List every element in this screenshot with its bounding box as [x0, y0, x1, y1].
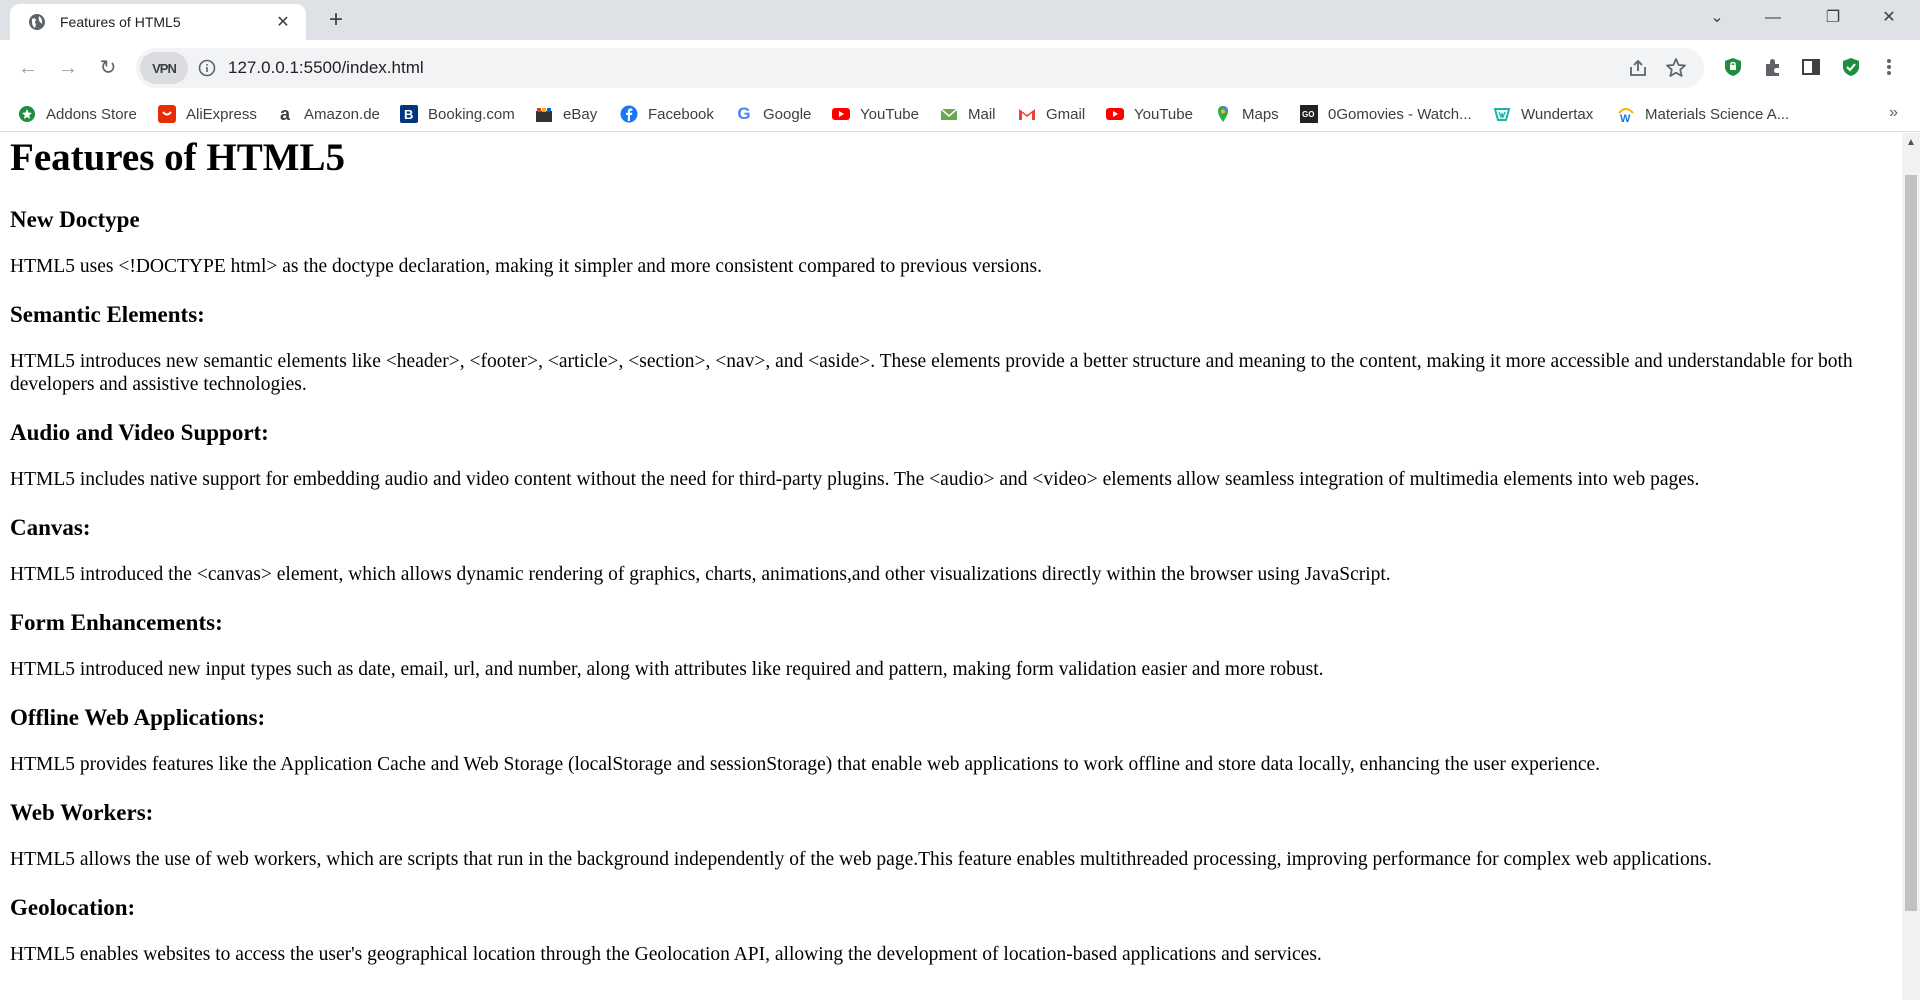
- bookmarks-bar: Addons Store AliExpress a Amazon.de B Bo…: [0, 96, 1920, 132]
- youtube-icon: [1106, 105, 1124, 123]
- bookmark-booking[interactable]: B Booking.com: [400, 102, 515, 126]
- shield-extension-icon[interactable]: [1720, 54, 1746, 80]
- bookmark-wundertax[interactable]: Wundertax: [1493, 102, 1593, 126]
- bookmark-label: AliExpress: [186, 105, 257, 123]
- maps-icon: [1214, 105, 1232, 123]
- bookmark-maps[interactable]: Maps: [1214, 102, 1279, 126]
- section-heading: Form Enhancements:: [10, 610, 223, 635]
- tab-strip: Features of HTML5 ✕ + ⌄ — ❐ ✕: [0, 0, 1920, 40]
- bookmark-facebook[interactable]: Facebook: [620, 102, 714, 126]
- back-button[interactable]: ←: [12, 52, 44, 84]
- bookmark-label: Mail: [968, 105, 996, 123]
- bookmark-label: Addons Store: [46, 105, 137, 123]
- svg-text:B: B: [404, 107, 413, 122]
- page-viewport: Features of HTML5 New Doctype HTML5 uses…: [0, 133, 1902, 1000]
- section-text: HTML5 provides features like the Applica…: [10, 754, 1601, 775]
- tab-close-icon[interactable]: ✕: [272, 12, 294, 32]
- bookmark-label: Materials Science A...: [1645, 105, 1790, 123]
- bookmark-label: Facebook: [648, 105, 714, 123]
- bookmark-addons-store[interactable]: Addons Store: [18, 102, 137, 126]
- kebab-menu-icon[interactable]: [1876, 54, 1902, 80]
- section-heading: Audio and Video Support:: [10, 420, 269, 445]
- page-title: Features of HTML5: [10, 136, 346, 179]
- bookmark-label: eBay: [563, 105, 598, 123]
- tab-active[interactable]: Features of HTML5 ✕: [10, 4, 306, 40]
- section-text: HTML5 introduces new semantic elements l…: [10, 351, 1853, 395]
- svg-text:W: W: [1620, 113, 1631, 123]
- tab-title: Features of HTML5: [60, 14, 181, 30]
- bookmark-google[interactable]: G Google: [735, 102, 811, 126]
- bookmark-materials-science[interactable]: W Materials Science A...: [1617, 102, 1789, 126]
- bookmark-label: 0Gomovies - Watch...: [1328, 105, 1472, 123]
- browser-toolbar: ← → ↻ VPN 127.0.0.1:5500/index.html: [0, 40, 1920, 96]
- puzzle-extensions-icon[interactable]: [1760, 54, 1786, 80]
- bookmark-label: Google: [763, 105, 812, 123]
- site-info-icon[interactable]: [198, 59, 216, 77]
- section-heading: Web Workers:: [10, 800, 154, 825]
- bookmarks-overflow-chevron-icon[interactable]: »: [1889, 104, 1898, 122]
- bookmark-youtube[interactable]: YouTube: [832, 102, 919, 126]
- section-text: HTML5 introduced new input types such as…: [10, 659, 1324, 680]
- share-icon[interactable]: [1626, 56, 1650, 80]
- amazon-icon: a: [279, 103, 290, 124]
- section-heading: New Doctype: [10, 207, 140, 232]
- addons-store-icon: [18, 105, 36, 123]
- mail-icon: [940, 105, 958, 123]
- section-text: HTML5 includes native support for embedd…: [10, 469, 1700, 490]
- minimize-button[interactable]: —: [1750, 4, 1796, 32]
- bookmark-youtube-2[interactable]: YouTube: [1106, 102, 1193, 126]
- gmail-icon: [1018, 105, 1036, 123]
- section-heading: Geolocation:: [10, 895, 136, 920]
- close-window-button[interactable]: ✕: [1866, 4, 1912, 32]
- section-text: HTML5 introduced the <canvas> element, w…: [10, 564, 1391, 585]
- google-icon: G: [737, 104, 751, 123]
- reload-button[interactable]: ↻: [92, 52, 124, 84]
- bookmark-label: YouTube: [860, 105, 919, 123]
- profile-shield-check-icon[interactable]: [1838, 54, 1864, 80]
- section-text: HTML5 allows the use of web workers, whi…: [10, 849, 1712, 870]
- vertical-scrollbar[interactable]: ▲: [1902, 133, 1920, 1000]
- gomovies-icon: GO: [1300, 105, 1318, 123]
- section-heading: Offline Web Applications:: [10, 705, 266, 730]
- section-text: HTML5 uses <!DOCTYPE html> as the doctyp…: [10, 256, 1042, 277]
- bookmark-label: Booking.com: [428, 105, 515, 123]
- ebay-icon: [535, 105, 553, 123]
- facebook-icon: [620, 105, 638, 123]
- vpn-button[interactable]: VPN: [140, 52, 188, 84]
- scroll-thumb[interactable]: [1905, 175, 1917, 911]
- bookmark-aliexpress[interactable]: AliExpress: [158, 102, 257, 126]
- new-tab-button[interactable]: +: [320, 6, 352, 34]
- youtube-icon: [832, 105, 850, 123]
- bookmark-amazon[interactable]: a Amazon.de: [276, 102, 380, 126]
- wundertax-icon: [1493, 105, 1511, 123]
- url-text[interactable]: 127.0.0.1:5500/index.html: [228, 58, 424, 78]
- materials-science-icon: W: [1617, 105, 1635, 123]
- forward-button[interactable]: →: [52, 52, 84, 84]
- booking-icon: B: [400, 105, 418, 123]
- scroll-up-arrow-icon[interactable]: ▲: [1902, 137, 1920, 148]
- section-heading: Canvas:: [10, 515, 91, 540]
- bookmark-label: Amazon.de: [304, 105, 380, 123]
- bookmark-ebay[interactable]: eBay: [535, 102, 597, 126]
- bookmark-star-icon[interactable]: [1664, 56, 1688, 80]
- bookmark-gmail[interactable]: Gmail: [1018, 102, 1085, 126]
- address-bar[interactable]: VPN 127.0.0.1:5500/index.html: [136, 48, 1704, 88]
- bookmark-label: YouTube: [1134, 105, 1193, 123]
- bookmark-mail[interactable]: Mail: [940, 102, 996, 126]
- svg-text:GO: GO: [1302, 110, 1314, 119]
- section-heading: Semantic Elements:: [10, 302, 205, 327]
- aliexpress-icon: [158, 105, 176, 123]
- section-text: HTML5 enables websites to access the use…: [10, 944, 1322, 965]
- bookmark-label: Gmail: [1046, 105, 1086, 123]
- bookmark-gomovies[interactable]: GO 0Gomovies - Watch...: [1300, 102, 1472, 126]
- side-panel-icon[interactable]: [1798, 54, 1824, 80]
- page-content: Features of HTML5 New Doctype HTML5 uses…: [0, 135, 1902, 966]
- restore-button[interactable]: ❐: [1810, 4, 1856, 32]
- bookmark-label: Wundertax: [1521, 105, 1594, 123]
- tab-search-icon[interactable]: ⌄: [1694, 4, 1740, 32]
- bookmark-label: Maps: [1242, 105, 1279, 123]
- globe-icon: [28, 13, 46, 31]
